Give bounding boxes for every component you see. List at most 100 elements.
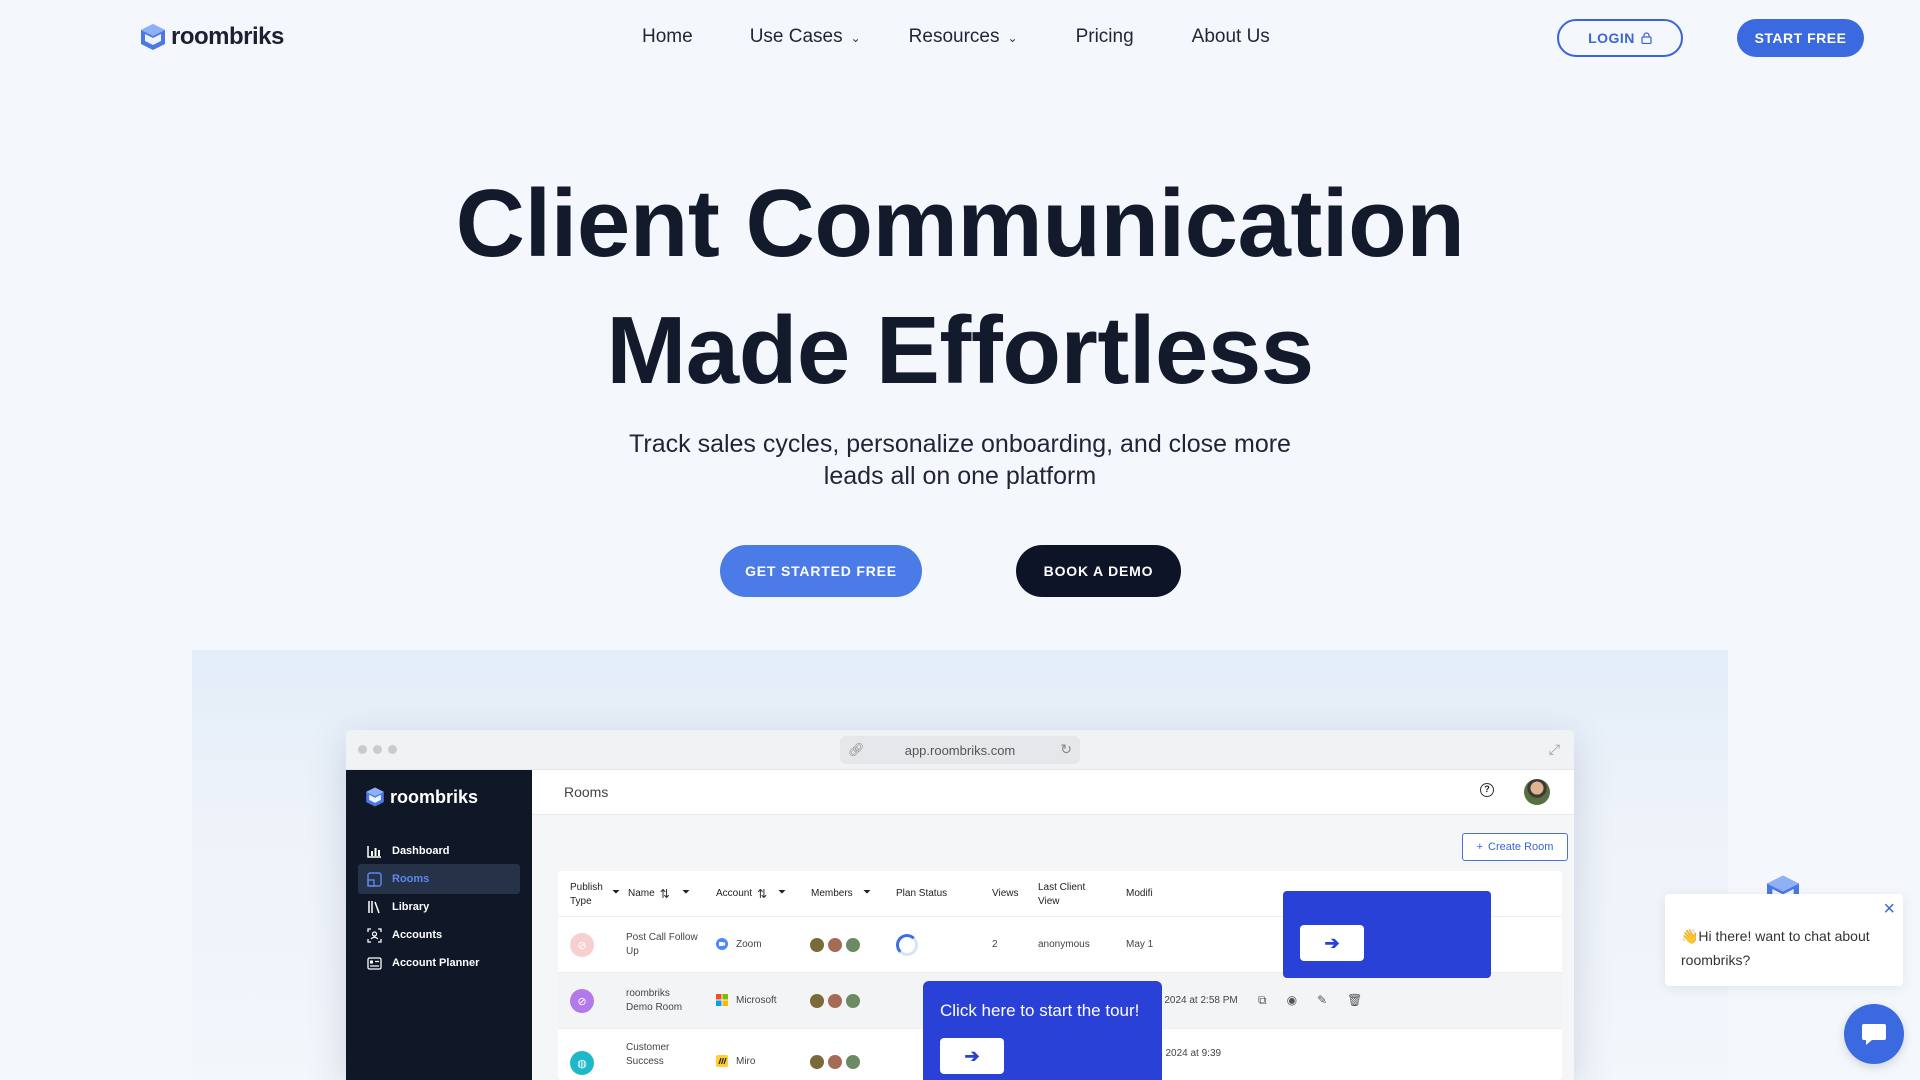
views-cell: 2	[992, 939, 998, 950]
room-name-line: Post Call Follow	[626, 932, 698, 943]
help-icon[interactable]: ?	[1480, 783, 1494, 797]
rooms-icon	[366, 871, 382, 887]
account-cell: Microsoft	[716, 994, 777, 1008]
expand-icon[interactable]: ⤢	[1549, 741, 1560, 758]
brand-name: roombriks	[171, 23, 284, 50]
room-name[interactable]: Customer Success	[626, 1041, 669, 1069]
room-name[interactable]: roombriks Demo Room	[626, 987, 682, 1015]
col-label: Views	[992, 888, 1019, 899]
hero-title-line-1: Client Communication	[455, 170, 1465, 277]
top-nav: roombriks Home Use Cases ⌄ Resources ⌄ Pri…	[0, 0, 1920, 76]
create-room-button[interactable]: + Create Room	[1462, 833, 1568, 861]
zoom-icon	[716, 938, 728, 951]
account-cell: Miro	[716, 1055, 755, 1069]
link-published-icon: ⊘	[570, 989, 594, 1013]
col-label: Last Client View	[1038, 882, 1086, 907]
sort-icon[interactable]: ⇅	[757, 887, 767, 901]
hero-subtitle: Track sales cycles, personalize onboardi…	[560, 428, 1360, 492]
globe-icon: ◍	[570, 1051, 594, 1075]
accounts-icon	[366, 927, 382, 943]
browser-toolbar: 🔗︎ app.roombriks.com ↻ ⤢	[346, 730, 1574, 770]
col-modified: Modifi	[1126, 887, 1153, 901]
sidebar-item-account-planner[interactable]: Account Planner	[358, 948, 520, 978]
login-button[interactable]: LOGIN	[1557, 19, 1683, 57]
nav-item-pricing[interactable]: Pricing	[1076, 26, 1134, 48]
link-icon: 🔗︎	[848, 742, 865, 757]
col-members: Members	[811, 887, 853, 901]
chevron-down-icon: ⌄	[850, 31, 861, 45]
nav-item-about-us[interactable]: About Us	[1192, 26, 1270, 48]
avatar[interactable]	[1524, 779, 1550, 805]
plan-progress-ring	[896, 934, 918, 956]
roombriks-logo-icon	[366, 787, 384, 807]
sidebar-item-accounts[interactable]: Accounts	[358, 920, 520, 950]
plus-icon: +	[1476, 841, 1483, 853]
room-name-line: roombriks	[626, 988, 670, 999]
col-label: Publish Type	[570, 882, 603, 907]
close-icon[interactable]: ×	[1883, 898, 1895, 921]
book-demo-button[interactable]: BOOK A DEMO	[1016, 545, 1181, 597]
copy-icon[interactable]: ⧉	[1258, 993, 1267, 1008]
hero-title: Client Communication Made Effortless	[0, 160, 1920, 414]
members-avatars	[810, 938, 860, 952]
page-title: Rooms	[564, 784, 609, 800]
member-avatar	[828, 938, 842, 952]
edit-icon[interactable]: ✎	[1317, 993, 1327, 1008]
eye-icon[interactable]: ◉	[1287, 993, 1297, 1008]
microsoft-icon	[716, 994, 728, 1007]
get-started-free-button[interactable]: GET STARTED FREE	[720, 545, 922, 597]
col-plan-status: Plan Status	[896, 887, 947, 901]
chart-icon	[366, 843, 382, 859]
address-bar[interactable]: 🔗︎ app.roombriks.com ↻	[840, 736, 1080, 764]
chat-launcher-button[interactable]	[1844, 1004, 1904, 1064]
sidebar-item-library[interactable]: Library	[358, 892, 520, 922]
account-name: Miro	[736, 1056, 756, 1067]
chat-icon	[1862, 1024, 1886, 1045]
sort-icon[interactable]: ⇅	[660, 887, 670, 901]
col-views: Views	[992, 887, 1019, 901]
col-name[interactable]: Name ⇅	[628, 887, 670, 901]
start-free-button[interactable]: START FREE	[1737, 19, 1864, 57]
roombriks-logo-icon	[141, 24, 165, 50]
chat-greeting[interactable]: × 👋Hi there! want to chat about roombrik…	[1665, 894, 1903, 986]
planner-icon	[366, 955, 382, 971]
unpublished-icon: ⊘	[570, 933, 594, 957]
window-dot	[388, 745, 397, 754]
member-avatar	[828, 1055, 842, 1069]
create-room-label: Create Room	[1488, 841, 1554, 853]
nav-item-label: Pricing	[1075, 26, 1134, 47]
member-avatar	[810, 938, 824, 952]
tour-popup-start: Click here to start the tour! ➔	[923, 981, 1162, 1080]
room-name[interactable]: Post Call Follow Up	[626, 931, 698, 959]
hero-subtitle-line-1: Track sales cycles, personalize onboardi…	[629, 430, 1291, 458]
sidebar-item-dashboard[interactable]: Dashboard	[358, 836, 520, 866]
hero-subtitle-line-2: leads all on one platform	[823, 462, 1097, 490]
col-account[interactable]: Account ⇅	[716, 887, 767, 901]
col-label: Plan Status	[896, 888, 948, 899]
sidebar-item-label: Dashboard	[392, 845, 450, 857]
refresh-icon[interactable]: ↻	[1060, 741, 1072, 758]
account-name: Microsoft	[736, 995, 777, 1006]
lock-icon	[1641, 32, 1652, 44]
trash-icon[interactable]: 🗑︎	[1347, 993, 1362, 1008]
filter-icon[interactable]: ⏷	[863, 886, 871, 900]
members-avatars	[810, 994, 860, 1008]
tour-next-button[interactable]: ➔	[1300, 925, 1364, 961]
room-name-line: Customer	[626, 1042, 670, 1053]
nav-item-home[interactable]: Home	[642, 26, 693, 48]
member-avatar	[828, 994, 842, 1008]
login-label: LOGIN	[1588, 30, 1635, 46]
sidebar-item-label: Account Planner	[392, 957, 480, 969]
room-name-line: Demo Room	[626, 1002, 683, 1013]
filter-icon[interactable]: ⏷	[612, 886, 620, 900]
row-actions: ⧉ ◉ ✎ 🗑︎	[1258, 993, 1362, 1008]
filter-icon[interactable]: ⏷	[682, 886, 690, 900]
tour-start-button[interactable]: ➔	[940, 1038, 1004, 1074]
filter-icon[interactable]: ⏷	[778, 886, 786, 900]
brand-logo[interactable]: roombriks	[139, 22, 284, 52]
app-logo[interactable]: roombriks	[364, 786, 478, 808]
sidebar-item-rooms[interactable]: Rooms	[358, 864, 520, 894]
nav-item-resources[interactable]: Resources ⌄	[909, 26, 1018, 48]
nav-item-use-cases[interactable]: Use Cases ⌄	[750, 26, 861, 48]
account-cell: Zoom	[716, 938, 762, 952]
